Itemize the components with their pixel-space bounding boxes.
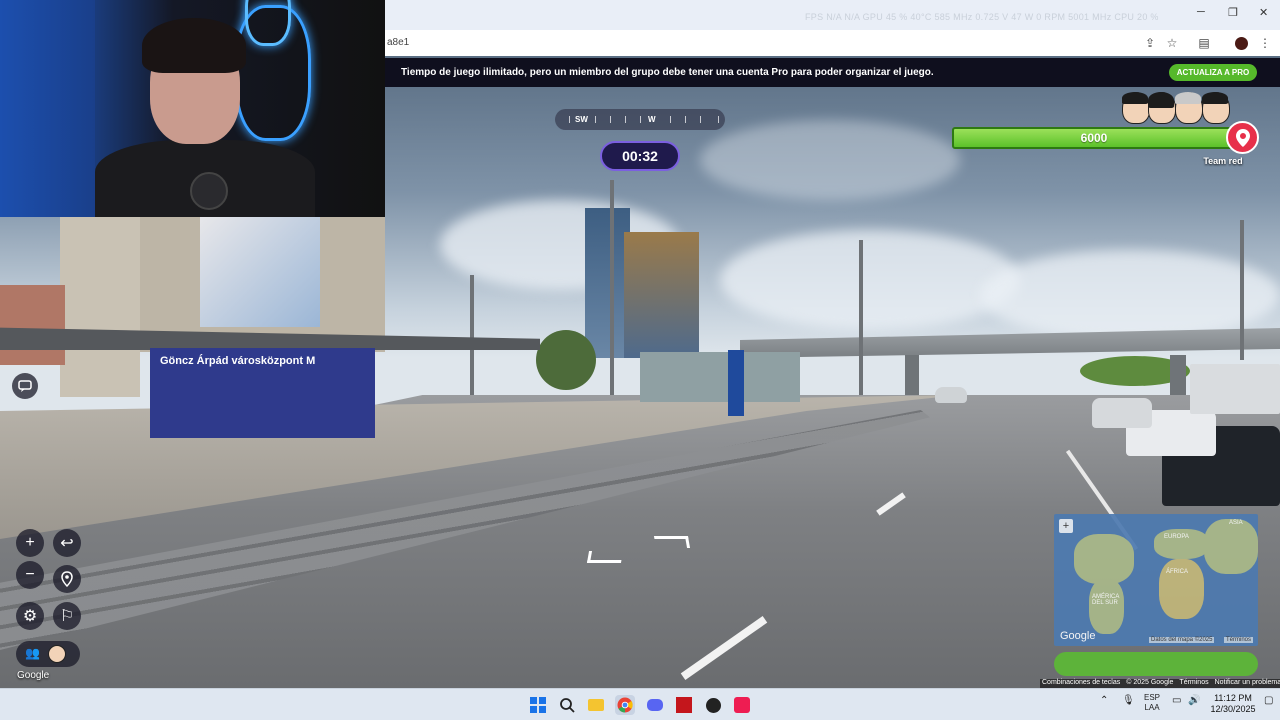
move-left-arrow[interactable] — [586, 551, 624, 563]
car — [1190, 364, 1280, 414]
maximize-icon[interactable]: ❐ — [1228, 6, 1238, 19]
minimap-google-logo: Google — [1060, 630, 1096, 642]
minimize-icon[interactable]: ─ — [1197, 6, 1205, 18]
minimap-label: AMÉRICA DEL SUR — [1092, 594, 1120, 606]
brick-building — [0, 285, 65, 365]
office-tower — [624, 232, 699, 358]
door — [0, 0, 95, 217]
minimap-expand-icon[interactable]: + — [1059, 519, 1073, 533]
streamer-hair — [142, 18, 246, 73]
chevron-up-icon[interactable]: ⌃ — [1100, 695, 1108, 706]
start-windows-icon[interactable] — [528, 695, 548, 715]
file-explorer-icon[interactable] — [586, 695, 606, 715]
microphone-icon[interactable]: 🎙 — [1122, 695, 1135, 706]
profile-avatar[interactable] — [1233, 35, 1249, 51]
team-member-avatar — [1175, 92, 1203, 124]
keyboard-shortcuts-link[interactable]: Combinaciones de teclas — [1042, 679, 1120, 688]
install-app-icon[interactable]: ⇪ — [1142, 35, 1158, 51]
voicemeeter-icon[interactable] — [674, 695, 694, 715]
close-icon[interactable]: ✕ — [1259, 6, 1268, 19]
performance-overlay: FPS N/A N/A GPU 45 % 40°C 585 MHz 0.725 … — [805, 12, 1159, 22]
apartment-block — [60, 217, 140, 397]
location-pin-icon[interactable] — [53, 565, 81, 593]
guess-button[interactable] — [1054, 652, 1258, 676]
team-member-avatar — [1122, 92, 1150, 124]
tiktok-live-icon[interactable] — [732, 695, 752, 715]
zoom-out-button[interactable]: − — [16, 561, 44, 589]
system-clock[interactable]: 11:12 PM 12/30/2025 — [1206, 693, 1260, 715]
language-layout: LAA — [1144, 703, 1160, 712]
microphone — [190, 172, 228, 210]
team-member-avatar — [1148, 92, 1176, 124]
volume-icon[interactable]: 🔊 — [1188, 695, 1200, 706]
clock-time: 11:12 PM — [1214, 693, 1252, 703]
obs-icon[interactable] — [703, 695, 723, 715]
report-problem-link[interactable]: Notificar un problema — [1215, 679, 1280, 688]
minimap-label: ASIA — [1229, 520, 1243, 526]
billboard — [200, 217, 320, 327]
round-timer: 00:32 — [600, 141, 680, 171]
return-to-start-button[interactable]: ↩ — [53, 529, 81, 557]
terms-link[interactable]: Términos — [1179, 679, 1208, 688]
people-icon: 👥 — [25, 646, 40, 660]
car — [1092, 398, 1152, 428]
notifications-icon[interactable]: ▢ — [1264, 695, 1273, 706]
player-avatar — [48, 645, 66, 663]
team-name: Team red — [1203, 156, 1243, 166]
team-member-avatar — [1202, 92, 1230, 124]
tab-search-icon[interactable]: ▤ — [1196, 35, 1212, 51]
car — [935, 387, 967, 403]
flag-icon[interactable]: ⚐ — [53, 602, 81, 630]
windows-taskbar: ⌃ 🎙 ESP LAA ▭ 🔊 11:12 PM 12/30/2025 ▢ — [0, 688, 1280, 720]
browser-titlebar: FPS N/A N/A GPU 45 % 40°C 585 MHz 0.725 … — [385, 0, 1280, 30]
pro-upgrade-banner: Tiempo de juego ilimitado, pero un miemb… — [385, 58, 1280, 87]
settings-gear-icon[interactable]: ⚙ — [16, 602, 44, 630]
players-button[interactable]: 👥 — [16, 641, 80, 667]
address-bar[interactable]: a8e1 ⇪ ☆ ▤ ⋮ — [385, 30, 1280, 56]
minimap-terms[interactable]: Términos — [1224, 637, 1254, 643]
map-pin-icon — [1226, 121, 1259, 154]
google-watermark: Google — [17, 670, 50, 681]
promo-message: Tiempo de juego ilimitado, pero un miemb… — [401, 67, 934, 78]
chrome-icon[interactable] — [615, 695, 635, 715]
minimap-label: EUROPA — [1164, 534, 1189, 540]
upgrade-pro-button[interactable]: ACTUALIZA A PRO — [1169, 64, 1257, 81]
language-indicator[interactable]: ESP LAA — [1144, 693, 1160, 713]
guess-minimap[interactable]: + ASIA EUROPA ÁFRICA AMÉRICA DEL SUR Goo… — [1054, 514, 1258, 646]
move-forward-arrow[interactable] — [653, 536, 691, 548]
network-icon[interactable]: ▭ — [1172, 695, 1181, 706]
language-code: ESP — [1144, 693, 1161, 702]
compass: SW W — [555, 109, 725, 130]
minimap-label: ÁFRICA — [1166, 569, 1189, 575]
copyright-text: © 2025 Google — [1126, 679, 1174, 686]
zoom-in-button[interactable]: + — [16, 529, 44, 557]
minimap-data-credit: Datos del mapa ©2025 — [1149, 637, 1215, 643]
clock-date: 12/30/2025 — [1210, 704, 1256, 714]
browser-menu-icon[interactable]: ⋮ — [1257, 35, 1273, 51]
compass-sw: SW — [575, 115, 588, 124]
chat-bubble-icon[interactable] — [12, 373, 38, 399]
team-avatars — [1120, 92, 1232, 124]
map-attribution: Combinaciones de teclas © 2025 Google Té… — [1040, 679, 1280, 688]
bookmark-star-icon[interactable]: ☆ — [1164, 35, 1180, 51]
team-health-bar: 6000 — [952, 127, 1236, 149]
streamer-webcam — [0, 0, 385, 217]
station-sign: Göncz Árpád városközpont M — [160, 355, 316, 367]
search-icon[interactable] — [557, 695, 577, 715]
url-text: a8e1 — [387, 37, 410, 48]
compass-w: W — [648, 115, 656, 124]
discord-icon[interactable] — [645, 695, 665, 715]
